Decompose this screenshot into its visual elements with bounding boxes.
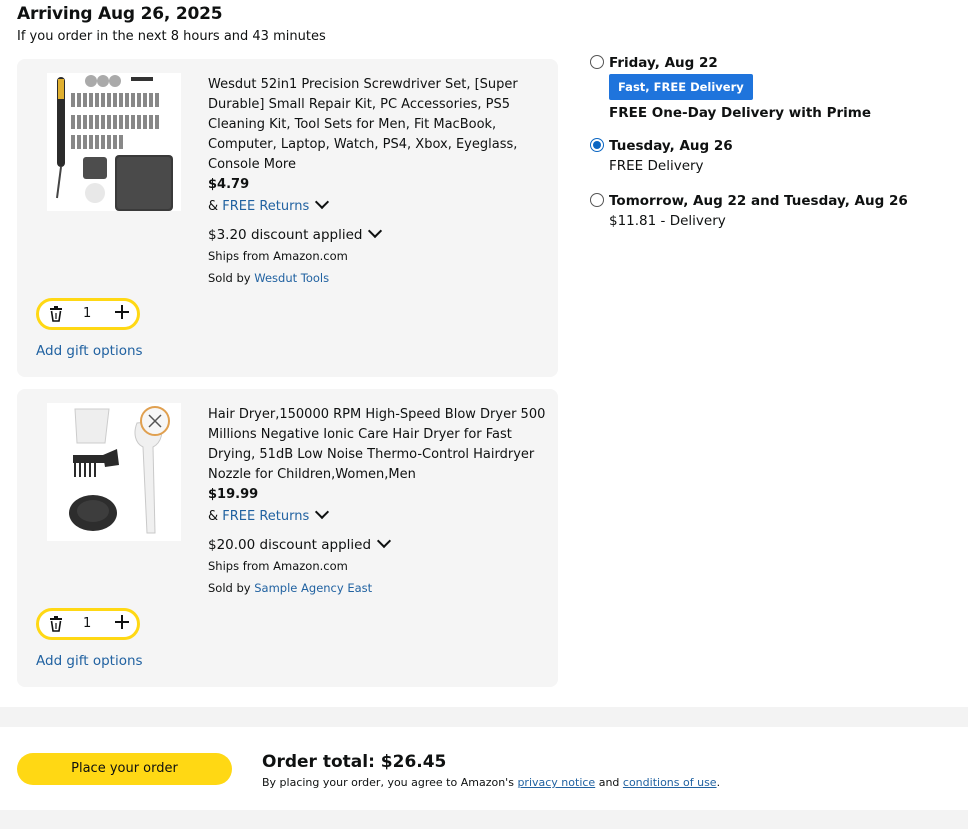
delivery-option-tuesday[interactable]: Tuesday, Aug 26 FREE Delivery bbox=[590, 136, 733, 176]
legal-prefix: By placing your order, you agree to Amaz… bbox=[262, 776, 514, 789]
plus-icon[interactable] bbox=[115, 615, 129, 629]
trash-icon[interactable] bbox=[50, 306, 62, 322]
trash-icon[interactable] bbox=[50, 616, 62, 632]
free-returns-link[interactable]: FREE Returns bbox=[222, 199, 309, 214]
seller-link[interactable]: Sample Agency East bbox=[254, 581, 372, 595]
ships-from: Ships from Amazon.com bbox=[208, 249, 348, 263]
product-title[interactable]: Wesdut 52in1 Precision Screwdriver Set, … bbox=[208, 75, 546, 175]
quantity-value: 1 bbox=[83, 616, 92, 631]
discount-row[interactable]: $3.20 discount applied bbox=[208, 223, 546, 245]
sold-by: Sold by Wesdut Tools bbox=[208, 267, 546, 289]
sold-by-label: Sold by bbox=[208, 581, 251, 595]
delivery-heading: Arriving Aug 26, 2025 bbox=[17, 4, 223, 24]
returns-prefix: & bbox=[208, 509, 219, 524]
legal-suffix: . bbox=[716, 776, 721, 789]
quantity-stepper: 1 bbox=[36, 608, 140, 640]
product-price: $4.79 bbox=[208, 177, 250, 192]
ships-from: Ships from Amazon.com bbox=[208, 559, 348, 573]
chevron-down-icon bbox=[368, 223, 383, 239]
conditions-of-use-link[interactable]: conditions of use bbox=[623, 776, 717, 789]
privacy-notice-link[interactable]: privacy notice bbox=[517, 776, 595, 789]
free-returns-link[interactable]: FREE Returns bbox=[222, 509, 309, 524]
radio-button[interactable] bbox=[590, 55, 604, 69]
delivery-option-date: Friday, Aug 22 bbox=[609, 55, 718, 71]
order-total: Order total: $26.45 bbox=[262, 752, 447, 772]
fast-free-delivery-badge: Fast, FREE Delivery bbox=[609, 74, 753, 100]
add-gift-options-link[interactable]: Add gift options bbox=[36, 653, 143, 669]
quantity-stepper: 1 bbox=[36, 298, 140, 330]
chevron-down-icon[interactable] bbox=[315, 504, 330, 520]
plus-icon[interactable] bbox=[115, 305, 129, 319]
order-legal-text: By placing your order, you agree to Amaz… bbox=[262, 776, 720, 789]
section-divider bbox=[0, 707, 968, 727]
section-divider bbox=[0, 810, 968, 829]
hair-dryer-image[interactable] bbox=[47, 403, 181, 541]
delivery-option-date: Tuesday, Aug 26 bbox=[609, 138, 733, 154]
delivery-option-split[interactable]: Tomorrow, Aug 22 and Tuesday, Aug 26 $11… bbox=[590, 191, 908, 231]
sold-by-label: Sold by bbox=[208, 271, 251, 285]
delivery-option-detail: FREE Delivery bbox=[609, 158, 704, 174]
sold-by: Sold by Sample Agency East bbox=[208, 577, 546, 599]
chevron-down-icon[interactable] bbox=[315, 194, 330, 210]
cart-item-card: Hair Dryer,150000 RPM High-Speed Blow Dr… bbox=[17, 389, 558, 687]
returns-row: & FREE Returns bbox=[208, 504, 546, 527]
quantity-value: 1 bbox=[83, 306, 92, 321]
screwdriver-kit-image[interactable] bbox=[47, 73, 181, 211]
returns-row: & FREE Returns bbox=[208, 194, 546, 217]
returns-prefix: & bbox=[208, 199, 219, 214]
delivery-option-friday[interactable]: Friday, Aug 22 Fast, FREE Delivery FREE … bbox=[590, 53, 871, 123]
product-price: $19.99 bbox=[208, 487, 259, 502]
product-title[interactable]: Hair Dryer,150000 RPM High-Speed Blow Dr… bbox=[208, 405, 546, 485]
add-gift-options-link[interactable]: Add gift options bbox=[36, 343, 143, 359]
delivery-option-date: Tomorrow, Aug 22 and Tuesday, Aug 26 bbox=[609, 193, 908, 209]
seller-link[interactable]: Wesdut Tools bbox=[254, 271, 329, 285]
place-order-button[interactable]: Place your order bbox=[17, 753, 232, 785]
delivery-option-detail: FREE One-Day Delivery with Prime bbox=[609, 105, 872, 121]
discount-label: $3.20 discount applied bbox=[208, 227, 363, 243]
radio-button[interactable] bbox=[590, 193, 604, 207]
cart-item-card: Wesdut 52in1 Precision Screwdriver Set, … bbox=[17, 59, 558, 377]
delivery-option-detail: $11.81 - Delivery bbox=[609, 213, 726, 229]
legal-mid: and bbox=[598, 776, 620, 789]
chevron-down-icon bbox=[376, 533, 392, 549]
delivery-countdown: If you order in the next 8 hours and 43 … bbox=[17, 29, 326, 44]
discount-label: $20.00 discount applied bbox=[208, 537, 372, 553]
radio-button-selected[interactable] bbox=[590, 138, 604, 152]
discount-row[interactable]: $20.00 discount applied bbox=[208, 533, 546, 555]
